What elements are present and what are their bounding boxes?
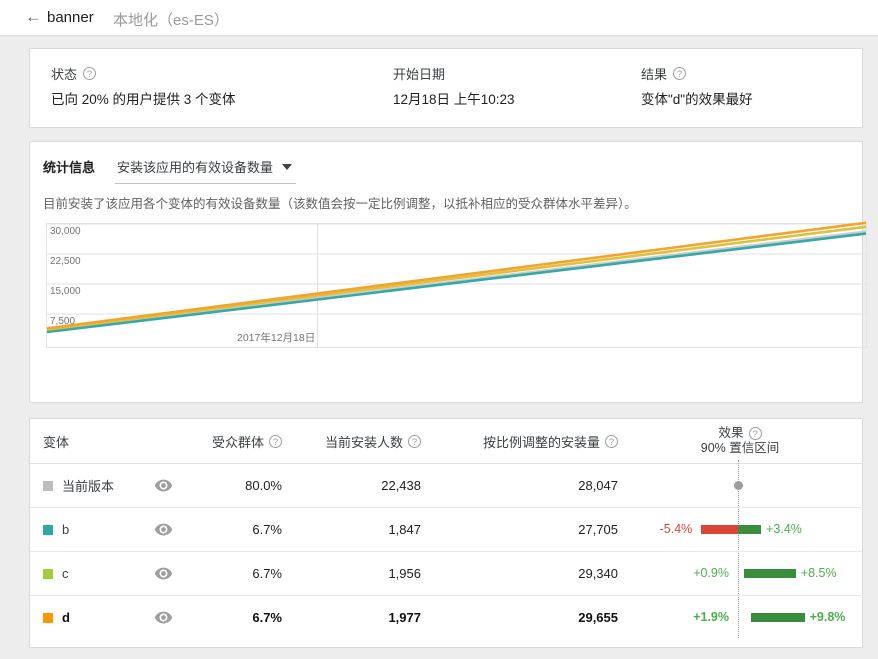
ci-low-label: -5.4% bbox=[659, 522, 693, 536]
help-icon[interactable] bbox=[83, 67, 97, 80]
start-date-label: 开始日期 bbox=[393, 67, 446, 82]
confidence-interval-cell: +1.9% +9.8% bbox=[618, 596, 862, 639]
y-axis-tick-label: 7,500 bbox=[50, 316, 76, 327]
variant-name: d bbox=[62, 610, 70, 625]
installs-value: 1,977 bbox=[388, 610, 421, 625]
installs-value: 22,438 bbox=[381, 478, 421, 493]
table-row: d 6.7% 1,977 29,655 +1.9% +9.8% bbox=[30, 596, 862, 639]
preview-eye-icon[interactable] bbox=[154, 564, 173, 583]
confidence-interval-cell: +0.9% +8.5% bbox=[618, 552, 862, 595]
y-axis-tick-label: 15,000 bbox=[50, 286, 81, 297]
status-column: 状态 已向 20% 的用户提供 3 个变体 bbox=[51, 64, 393, 127]
variant-color-swatch bbox=[43, 612, 53, 623]
installs-line-chart: 2017年12月18日 7,500 15,000 22,500 30,000 bbox=[46, 221, 867, 348]
table-row: c 6.7% 1,956 29,340 +0.9% +8.5% bbox=[30, 552, 862, 596]
x-axis-tick-label: 2017年12月18日 bbox=[237, 332, 316, 344]
ci-high-label: +9.8% bbox=[809, 610, 846, 624]
status-value: 已向 20% 的用户提供 3 个变体 bbox=[51, 92, 236, 107]
ci-high-label: +8.5% bbox=[800, 566, 837, 580]
column-header-effect: 效果 90% 置信区间 bbox=[618, 426, 862, 456]
adjusted-installs-value: 29,655 bbox=[578, 610, 618, 625]
adjusted-installs-value: 28,047 bbox=[578, 478, 618, 493]
preview-eye-icon[interactable] bbox=[154, 520, 173, 539]
statistics-card: 统计信息 安装该应用的有效设备数量 目前安装了该应用各个变体的有效设备数量（该数… bbox=[29, 141, 867, 403]
column-header-audience: 受众群体 bbox=[211, 434, 264, 450]
ci-positive-bar bbox=[750, 613, 805, 622]
variant-color-swatch bbox=[43, 480, 53, 491]
adjusted-installs-value: 27,705 bbox=[578, 522, 618, 537]
ci-low-label: +1.9% bbox=[693, 610, 729, 624]
table-header-row: 变体 受众群体 当前安装人数 按比例调整的安装量 效果 90% 置信区间 bbox=[30, 419, 862, 464]
status-card: 状态 已向 20% 的用户提供 3 个变体 开始日期 12月18日 上午10:2… bbox=[29, 48, 863, 128]
installs-value: 1,847 bbox=[388, 522, 421, 537]
result-value: 变体"d"的效果最好 bbox=[641, 92, 753, 107]
start-date-column: 开始日期 12月18日 上午10:23 bbox=[393, 64, 641, 127]
help-icon[interactable] bbox=[673, 67, 687, 80]
installs-value: 1,956 bbox=[388, 566, 421, 581]
confidence-interval-cell: -5.4% +3.4% bbox=[618, 508, 862, 551]
help-icon[interactable] bbox=[748, 427, 762, 440]
series-line-当前版本 bbox=[46, 230, 867, 333]
chart-description: 目前安装了该应用各个变体的有效设备数量（该数值会按一定比例调整，以抵补相应的受众… bbox=[43, 197, 637, 211]
audience-value: 6.7% bbox=[252, 566, 282, 581]
result-label: 结果 bbox=[641, 67, 668, 82]
top-app-bar: ← banner 本地化（es-ES） bbox=[0, 0, 878, 36]
variants-table-card: 变体 受众群体 当前安装人数 按比例调整的安装量 效果 90% 置信区间 当前版… bbox=[29, 418, 863, 648]
column-header-adjusted: 按比例调整的安装量 bbox=[482, 434, 600, 450]
audience-value: 6.7% bbox=[252, 610, 282, 625]
variant-name: b bbox=[62, 522, 70, 537]
ci-negative-bar bbox=[701, 525, 738, 534]
ci-high-label: +3.4% bbox=[766, 522, 802, 536]
preview-eye-icon[interactable] bbox=[154, 608, 173, 627]
experiment-subtitle: 本地化（es-ES） bbox=[113, 12, 229, 29]
ci-positive-bar bbox=[738, 525, 762, 534]
result-column: 结果 变体"d"的效果最好 bbox=[641, 64, 862, 127]
ci-positive-bar bbox=[744, 569, 796, 578]
audience-value: 6.7% bbox=[252, 522, 282, 537]
variant-color-swatch bbox=[43, 568, 53, 579]
series-line-b bbox=[46, 232, 867, 334]
help-icon[interactable] bbox=[269, 434, 282, 448]
adjusted-installs-value: 29,340 bbox=[578, 566, 618, 581]
help-icon[interactable] bbox=[605, 434, 618, 448]
table-row: 当前版本 80.0% 22,438 28,047 bbox=[30, 464, 862, 508]
ci-low-label: +0.9% bbox=[693, 566, 729, 580]
preview-eye-icon[interactable] bbox=[154, 476, 173, 495]
series-line-d bbox=[46, 221, 867, 330]
table-row: b 6.7% 1,847 27,705 -5.4% +3.4% bbox=[30, 508, 862, 552]
status-label: 状态 bbox=[51, 67, 78, 82]
variant-name: 当前版本 bbox=[62, 479, 115, 494]
back-arrow-icon[interactable]: ← bbox=[25, 7, 42, 27]
start-date-value: 12月18日 上午10:23 bbox=[393, 92, 515, 107]
ci-neutral-dot bbox=[734, 481, 743, 490]
variant-color-swatch bbox=[43, 524, 53, 535]
metric-dropdown-value: 安装该应用的有效设备数量 bbox=[117, 160, 274, 175]
audience-value: 80.0% bbox=[245, 478, 282, 493]
chart-canvas bbox=[46, 221, 867, 334]
statistics-title: 统计信息 bbox=[43, 160, 96, 175]
column-header-installs: 当前安装人数 bbox=[324, 434, 403, 450]
y-axis-tick-label: 30,000 bbox=[50, 226, 81, 237]
column-header-variant: 变体 bbox=[43, 434, 70, 450]
experiment-title: banner bbox=[47, 9, 94, 26]
chevron-down-icon bbox=[282, 163, 293, 170]
y-axis-tick-label: 22,500 bbox=[50, 256, 81, 267]
help-icon[interactable] bbox=[408, 434, 421, 448]
metric-dropdown[interactable]: 安装该应用的有效设备数量 bbox=[115, 157, 297, 184]
confidence-interval-cell bbox=[618, 464, 862, 507]
variant-name: c bbox=[62, 566, 69, 581]
